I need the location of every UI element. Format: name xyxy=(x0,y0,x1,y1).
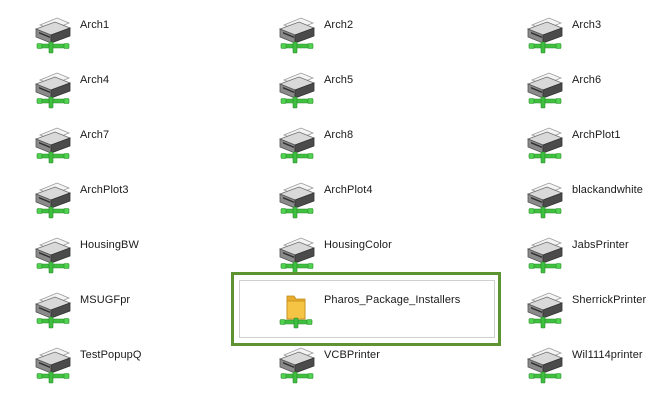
share-item-label: Arch6 xyxy=(572,74,602,86)
share-item-label: blackandwhite xyxy=(572,184,644,196)
share-item-label: Arch1 xyxy=(80,19,110,31)
share-item-arch4[interactable]: Arch4 xyxy=(33,70,109,110)
share-item-label: Arch2 xyxy=(324,19,354,31)
share-item-label: Wil1114printer xyxy=(572,349,643,361)
share-item-label: Arch4 xyxy=(80,74,110,86)
share-item-testpopupq[interactable]: TestPopupQ xyxy=(33,345,142,385)
share-item-label: SherrickPrinter xyxy=(572,294,647,306)
network-printer-icon xyxy=(277,15,321,55)
share-item-label: Arch5 xyxy=(324,74,354,86)
share-item-wil1114printer[interactable]: Wil1114printer xyxy=(525,345,643,385)
network-printer-icon xyxy=(277,235,321,275)
share-item-arch8[interactable]: Arch8 xyxy=(277,125,353,165)
network-printer-icon xyxy=(33,180,77,220)
share-item-jabsprinter[interactable]: JabsPrinter xyxy=(525,235,629,275)
share-item-msugfpr[interactable]: MSUGFpr xyxy=(33,290,130,330)
network-printer-icon xyxy=(525,235,569,275)
share-item-archplot4[interactable]: ArchPlot4 xyxy=(277,180,373,220)
share-item-archplot1[interactable]: ArchPlot1 xyxy=(525,125,621,165)
share-item-sherrickprinter[interactable]: SherrickPrinter xyxy=(525,290,646,330)
network-printer-icon xyxy=(525,125,569,165)
network-printer-icon xyxy=(33,345,77,385)
share-item-arch7[interactable]: Arch7 xyxy=(33,125,109,165)
share-item-arch3[interactable]: Arch3 xyxy=(525,15,601,55)
network-printer-icon xyxy=(33,15,77,55)
share-item-label: ArchPlot1 xyxy=(572,129,621,141)
highlight-callout-box xyxy=(231,272,501,346)
network-printer-icon xyxy=(277,345,321,385)
share-item-blackandwhite[interactable]: blackandwhite xyxy=(525,180,643,220)
share-item-label: MSUGFpr xyxy=(80,294,131,306)
network-printer-icon xyxy=(277,180,321,220)
network-printer-icon xyxy=(525,180,569,220)
share-item-housingbw[interactable]: HousingBW xyxy=(33,235,139,275)
share-item-arch1[interactable]: Arch1 xyxy=(33,15,109,55)
share-item-label: Arch8 xyxy=(324,129,354,141)
share-item-vcbprinter[interactable]: VCBPrinter xyxy=(277,345,380,385)
share-item-arch2[interactable]: Arch2 xyxy=(277,15,353,55)
network-printer-icon xyxy=(525,15,569,55)
share-item-label: HousingBW xyxy=(80,239,139,251)
network-printer-icon xyxy=(33,290,77,330)
share-item-label: TestPopupQ xyxy=(80,349,142,361)
network-printer-icon xyxy=(525,70,569,110)
network-printer-icon xyxy=(277,125,321,165)
share-item-housingcolor[interactable]: HousingColor xyxy=(277,235,392,275)
share-item-arch6[interactable]: Arch6 xyxy=(525,70,601,110)
network-printer-icon xyxy=(525,290,569,330)
network-printer-icon xyxy=(525,345,569,385)
share-item-archplot3[interactable]: ArchPlot3 xyxy=(33,180,129,220)
network-printer-icon xyxy=(33,70,77,110)
share-item-arch5[interactable]: Arch5 xyxy=(277,70,353,110)
share-item-label: JabsPrinter xyxy=(572,239,629,251)
share-item-label: Arch3 xyxy=(572,19,602,31)
share-item-label: Arch7 xyxy=(80,129,110,141)
network-printer-icon xyxy=(33,235,77,275)
network-printer-icon xyxy=(277,70,321,110)
share-item-label: ArchPlot4 xyxy=(324,184,373,196)
share-item-label: VCBPrinter xyxy=(324,349,381,361)
share-item-label: HousingColor xyxy=(324,239,392,251)
network-printer-icon xyxy=(33,125,77,165)
share-item-label: ArchPlot3 xyxy=(80,184,129,196)
